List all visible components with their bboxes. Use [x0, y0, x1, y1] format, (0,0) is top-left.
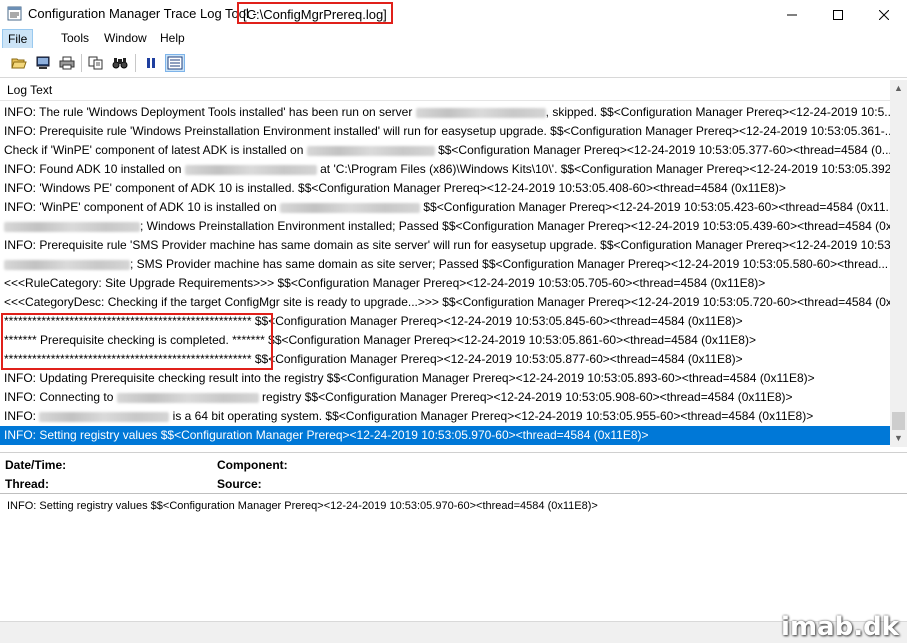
- log-row-text: INFO:: [4, 409, 40, 423]
- find-button[interactable]: [110, 54, 130, 72]
- print-preview-icon: [36, 56, 50, 69]
- highlight-button[interactable]: [165, 54, 185, 72]
- log-row-text: INFO: Updating Prerequisite checking res…: [4, 371, 815, 385]
- redacted-server-name: [4, 221, 140, 232]
- log-row-text: ; SMS Provider machine has same domain a…: [130, 257, 889, 271]
- log-text-column-header[interactable]: Log Text: [0, 80, 890, 101]
- redacted-server-name: [280, 202, 421, 213]
- redacted-server-name: [39, 411, 170, 422]
- print-icon: [59, 56, 75, 70]
- log-row[interactable]: INFO: is a 64 bit operating system. $$<C…: [0, 407, 890, 426]
- log-row[interactable]: INFO: Updating Prerequisite checking res…: [0, 369, 890, 388]
- log-row[interactable]: INFO: The rule 'Windows Deployment Tools…: [0, 103, 890, 122]
- print-preview-button[interactable]: [33, 54, 53, 72]
- log-row[interactable]: INFO: Prerequisite rule 'SMS Provider ma…: [0, 236, 890, 255]
- log-row-text: ; Windows Preinstallation Environment in…: [140, 219, 890, 233]
- log-row[interactable]: <<<CategoryDesc: Checking if the target …: [0, 293, 890, 312]
- message-detail-text: INFO: Setting registry values $$<Configu…: [7, 500, 598, 512]
- log-row-text: INFO: Connecting to: [4, 390, 117, 404]
- maximize-icon: [833, 9, 843, 20]
- log-row-text: INFO: Setting registry values $$<Configu…: [4, 428, 649, 442]
- scroll-up-icon[interactable]: ▲: [890, 80, 907, 97]
- log-row[interactable]: INFO: Found ADK 10 installed on at 'C:\P…: [0, 160, 890, 179]
- log-list[interactable]: INFO: The rule 'Windows Deployment Tools…: [0, 101, 890, 446]
- scrollbar-thumb[interactable]: [892, 412, 905, 430]
- open-icon: [11, 58, 27, 69]
- log-row-text: $$<Configuration Manager Prereq><12-24-2…: [420, 200, 890, 214]
- log-row-text: is a 64 bit operating system. $$<Configu…: [169, 409, 814, 423]
- log-list-scrollbar[interactable]: ▲ ▼: [890, 80, 907, 447]
- highlight-icon: [167, 56, 183, 70]
- thread-label: Thread:: [5, 477, 50, 491]
- toolbar: [0, 48, 907, 78]
- message-detail-textbox[interactable]: INFO: Setting registry values $$<Configu…: [0, 493, 907, 642]
- toolbar-separator: [81, 54, 82, 72]
- log-row[interactable]: <<<RuleCategory: Site Upgrade Requiremen…: [0, 274, 890, 293]
- redacted-server-name: [4, 259, 130, 270]
- component-label: Component:: [217, 458, 288, 472]
- log-row-text: at 'C:\Program Files (x86)\Windows Kits\…: [316, 162, 890, 176]
- toolbar-separator: [135, 54, 136, 72]
- datetime-label: Date/Time:: [5, 458, 67, 472]
- copy-button[interactable]: [86, 54, 106, 72]
- close-icon: [878, 9, 890, 21]
- redacted-server-name: [415, 107, 546, 118]
- open-button[interactable]: [9, 54, 29, 72]
- pause-icon: [147, 58, 155, 68]
- log-row[interactable]: INFO: 'WinPE' component of ADK 10 is ins…: [0, 198, 890, 217]
- pause-button[interactable]: [141, 54, 161, 72]
- redacted-server-name: [306, 145, 435, 156]
- status-bar: [0, 621, 907, 643]
- log-row-text: INFO: Found ADK 10 installed on: [4, 162, 185, 176]
- find-icon: [112, 58, 128, 69]
- annotation-highlight-box: [1, 313, 273, 370]
- redacted-server-name: [116, 392, 259, 403]
- maximize-button[interactable]: [815, 0, 861, 28]
- watermark-logo: imab.dk: [781, 612, 899, 642]
- details-panel: Date/Time: Component: Thread: Source:: [0, 452, 907, 493]
- source-label: Source:: [217, 477, 262, 491]
- redacted-server-name: [184, 164, 317, 175]
- menu-file[interactable]: File: [2, 29, 34, 49]
- minimize-button[interactable]: [769, 0, 815, 28]
- log-row-text: <<<RuleCategory: Site Upgrade Requiremen…: [4, 276, 766, 290]
- log-row[interactable]: INFO: Connecting to registry $$<Configur…: [0, 388, 890, 407]
- log-row[interactable]: INFO: Prerequisite rule 'Windows Preinst…: [0, 122, 890, 141]
- log-row[interactable]: INFO: 'Windows PE' component of ADK 10 i…: [0, 179, 890, 198]
- title-bar: Configuration Manager Trace Log Tool - […: [0, 0, 907, 28]
- menu-tools[interactable]: Tools: [56, 28, 94, 48]
- log-row[interactable]: Check if 'WinPE' component of latest ADK…: [0, 141, 890, 160]
- log-row-text: registry $$<Configuration Manager Prereq…: [258, 390, 793, 404]
- column-header-label: Log Text: [7, 83, 53, 97]
- window-title: Configuration Manager Trace Log Tool -: [28, 6, 257, 21]
- log-row-text: $$<Configuration Manager Prereq><12-24-2…: [434, 143, 890, 157]
- log-file-path: [C:\ConfigMgrPrereq.log]: [237, 2, 393, 24]
- minimize-icon: [787, 14, 797, 16]
- close-button[interactable]: [861, 0, 907, 28]
- menu-window[interactable]: Window: [99, 28, 152, 48]
- log-row-text: Check if 'WinPE' component of latest ADK…: [4, 143, 307, 157]
- log-row-text: INFO: 'Windows PE' component of ADK 10 i…: [4, 181, 786, 195]
- menu-bar: File Tools Window Help _ ▣ ×: [0, 28, 907, 73]
- log-row-text: INFO: Prerequisite rule 'SMS Provider ma…: [4, 238, 890, 252]
- menu-help[interactable]: Help: [155, 28, 190, 48]
- log-row[interactable]: ; Windows Preinstallation Environment in…: [0, 217, 890, 236]
- log-row[interactable]: ; SMS Provider machine has same domain a…: [0, 255, 890, 274]
- copy-icon: [88, 56, 103, 70]
- log-row-selected[interactable]: INFO: Setting registry values $$<Configu…: [0, 426, 890, 445]
- log-row-text: <<<CategoryDesc: Checking if the target …: [4, 295, 890, 309]
- log-row-text: INFO: 'WinPE' component of ADK 10 is ins…: [4, 200, 281, 214]
- log-row-text: , skipped. $$<Configuration Manager Prer…: [545, 105, 890, 119]
- scroll-down-icon[interactable]: ▼: [890, 430, 907, 447]
- print-button[interactable]: [57, 54, 77, 72]
- log-row-text: INFO: The rule 'Windows Deployment Tools…: [4, 105, 416, 119]
- log-row-text: INFO: Prerequisite rule 'Windows Preinst…: [4, 124, 890, 138]
- app-icon: [7, 6, 22, 21]
